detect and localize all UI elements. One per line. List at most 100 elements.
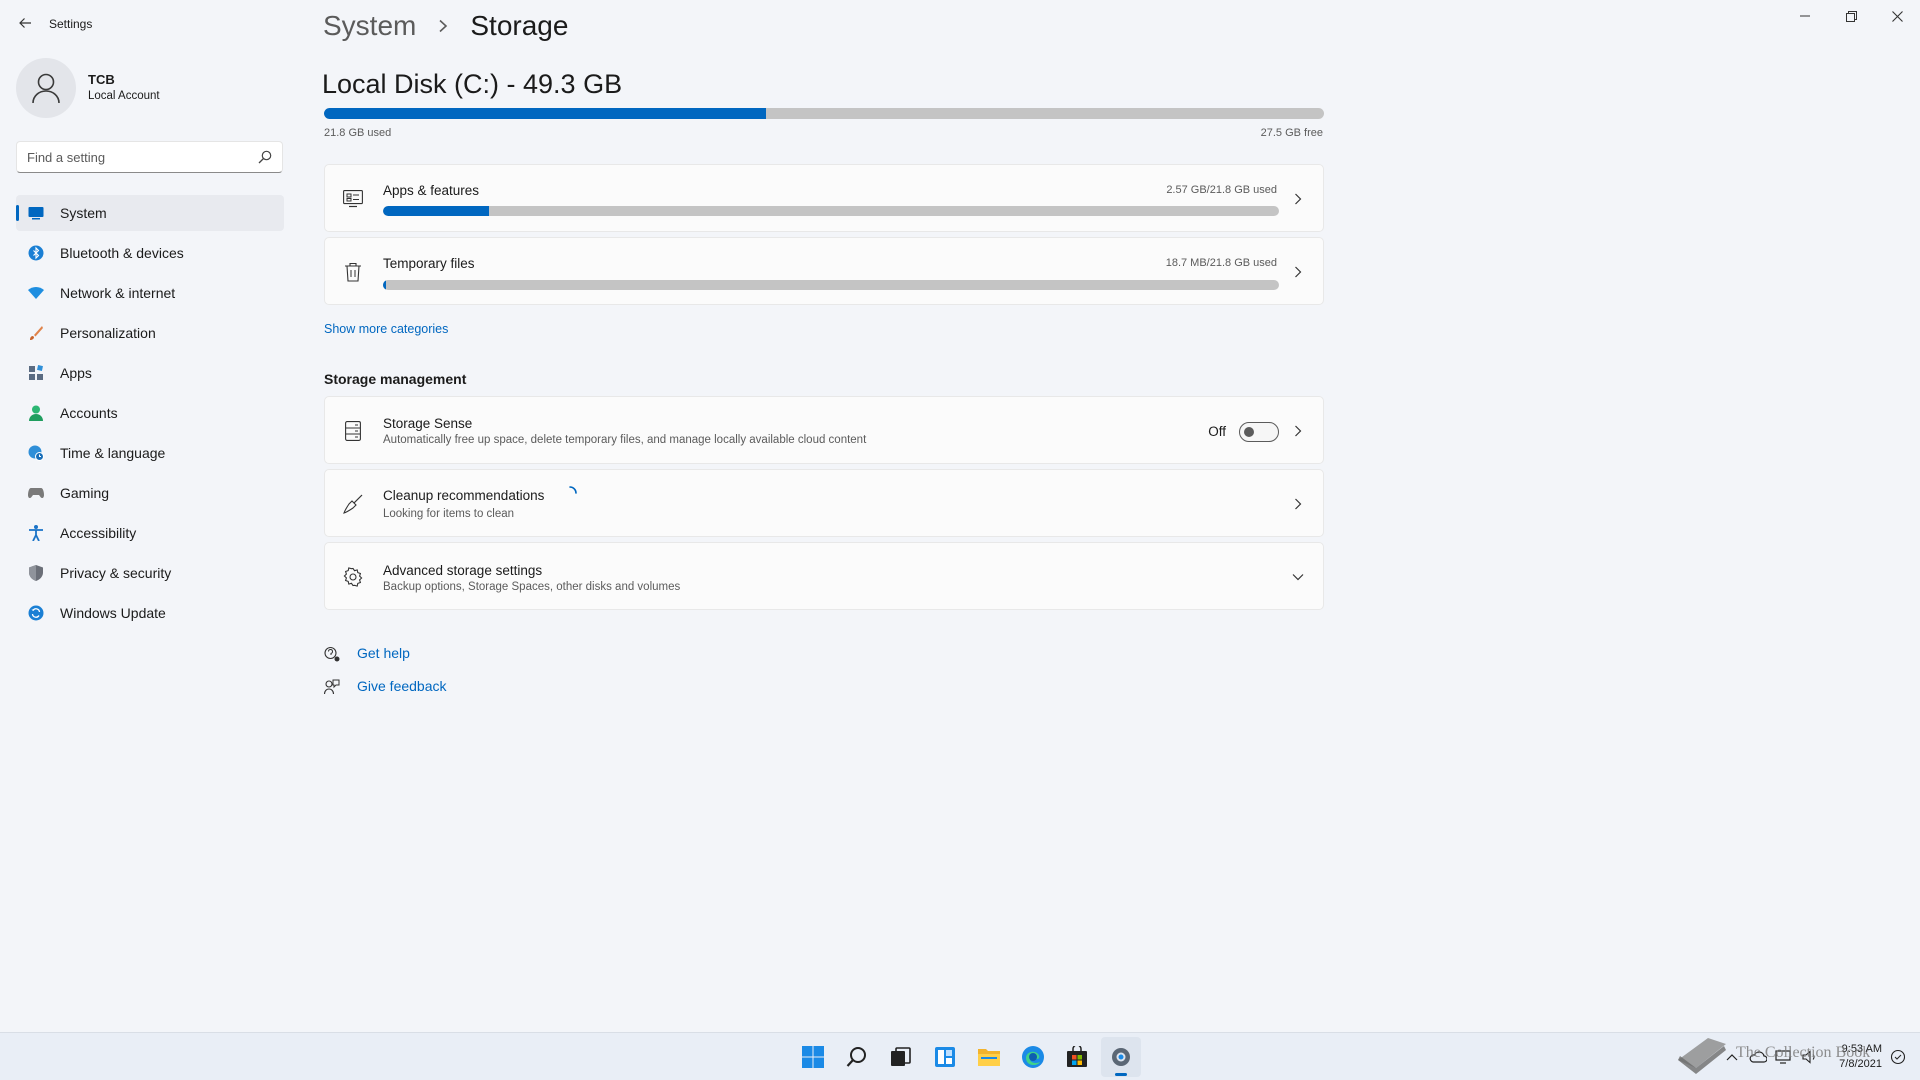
- get-help-label: Get help: [357, 645, 410, 661]
- widgets-icon: [935, 1047, 955, 1067]
- sidebar-item-accessibility[interactable]: Accessibility: [16, 515, 284, 551]
- storage-sense-card[interactable]: Storage Sense Automatically free up spac…: [324, 396, 1324, 464]
- back-button[interactable]: [14, 12, 36, 34]
- apps-features-icon: [341, 187, 365, 211]
- sidebar-item-personalization[interactable]: Personalization: [16, 315, 284, 351]
- disk-usage-fill: [324, 108, 766, 119]
- app-title: Settings: [49, 17, 93, 31]
- chevron-down-icon: [1291, 570, 1305, 584]
- get-help-link[interactable]: Get help: [324, 645, 410, 662]
- file-explorer-icon: [978, 1049, 1000, 1066]
- store-button[interactable]: [1057, 1037, 1097, 1077]
- chevron-right-icon: [432, 15, 454, 37]
- sidebar-item-apps[interactable]: Apps: [16, 355, 284, 391]
- sidebar-item-label: Time & language: [60, 445, 166, 461]
- system-icon: [28, 205, 44, 221]
- advanced-storage-settings-card[interactable]: Advanced storage settings Backup options…: [324, 542, 1324, 610]
- sidebar-item-label: Personalization: [60, 325, 156, 341]
- broom-icon: [341, 492, 365, 516]
- chevron-right-icon: [1291, 424, 1305, 438]
- show-more-categories-link[interactable]: Show more categories: [324, 322, 448, 336]
- sidebar-item-label: Privacy & security: [60, 565, 172, 581]
- sidebar-item-label: Network & internet: [60, 285, 176, 301]
- sidebar-item-label: System: [60, 205, 107, 221]
- give-feedback-link[interactable]: Give feedback: [324, 678, 447, 695]
- taskbar-apps: [793, 1037, 1145, 1077]
- restore-icon: [1845, 10, 1857, 22]
- taskbar: 9:53 AM 7/8/2021: [0, 1032, 1920, 1080]
- task-view-button[interactable]: [881, 1037, 921, 1077]
- sidebar-item-accounts[interactable]: Accounts: [16, 395, 284, 431]
- search-box: [16, 141, 283, 173]
- task-view-icon: [891, 1047, 911, 1066]
- start-button[interactable]: [793, 1037, 833, 1077]
- apps-icon: [28, 365, 44, 381]
- sidebar-item-time-language[interactable]: Time & language: [16, 435, 284, 471]
- arrow-left-icon: [19, 18, 31, 28]
- sidebar-item-privacy-security[interactable]: Privacy & security: [16, 555, 284, 591]
- disk-used-label: 21.8 GB used: [324, 127, 392, 139]
- settings-window: Settings TCB Local Account System: [0, 0, 1920, 1032]
- sidebar-item-system[interactable]: System: [16, 195, 284, 231]
- close-icon: [1891, 10, 1903, 22]
- category-usage-fill: [383, 280, 386, 290]
- page-title: Storage: [470, 10, 569, 41]
- notification-icon[interactable]: [1888, 1047, 1908, 1067]
- category-temporary-files[interactable]: Temporary files 18.7 MB/21.8 GB used: [324, 237, 1324, 305]
- profile-name: TCB: [88, 72, 115, 87]
- wifi-icon: [28, 285, 44, 301]
- widgets-button[interactable]: [925, 1037, 965, 1077]
- brush-icon: [28, 325, 44, 341]
- profile-account-type: Local Account: [88, 90, 160, 102]
- cleanup-recommendations-card[interactable]: Cleanup recommendations Looking for item…: [324, 469, 1324, 537]
- bluetooth-icon: [28, 245, 44, 261]
- sidebar-item-label: Bluetooth & devices: [60, 245, 184, 261]
- close-button[interactable]: [1874, 0, 1920, 32]
- accessibility-icon: [28, 525, 44, 541]
- avatar: [16, 58, 76, 118]
- sidebar-item-label: Accessibility: [60, 525, 137, 541]
- storage-drive-icon: [341, 419, 365, 443]
- disk-usage-bar: [324, 108, 1324, 119]
- settings-taskbar-button[interactable]: [1101, 1037, 1141, 1077]
- sidebar-item-label: Apps: [60, 365, 92, 381]
- search-input[interactable]: [27, 148, 247, 166]
- minimize-icon: [1800, 15, 1810, 17]
- update-icon: [28, 605, 44, 621]
- globe-clock-icon: [28, 445, 44, 461]
- file-explorer-button[interactable]: [969, 1037, 1009, 1077]
- person-icon: [28, 405, 44, 421]
- storage-sense-title: Storage Sense: [383, 416, 473, 431]
- shield-icon: [28, 565, 44, 581]
- toggle-knob: [1244, 427, 1254, 437]
- user-profile[interactable]: TCB Local Account: [16, 58, 276, 118]
- storage-sense-toggle[interactable]: [1239, 422, 1279, 442]
- category-usage: 18.7 MB/21.8 GB used: [1165, 257, 1277, 269]
- edge-button[interactable]: [1013, 1037, 1053, 1077]
- store-icon: [1067, 1046, 1087, 1067]
- breadcrumb-parent[interactable]: System: [323, 10, 416, 42]
- search-icon[interactable]: [258, 150, 272, 164]
- cleanup-description: Looking for items to clean: [383, 508, 515, 520]
- storage-sense-state: Off: [1208, 424, 1226, 439]
- start-icon: [802, 1046, 824, 1068]
- loading-spinner-icon: [563, 486, 577, 500]
- minimize-button[interactable]: [1782, 0, 1828, 32]
- taskbar-search-button[interactable]: [837, 1037, 877, 1077]
- settings-icon: [1112, 1048, 1130, 1066]
- sidebar-item-label: Gaming: [60, 485, 110, 501]
- person-icon: [32, 73, 60, 104]
- search-icon: [846, 1047, 866, 1067]
- sidebar-item-label: Accounts: [60, 405, 118, 421]
- sidebar-nav: System Bluetooth & devices Network & int…: [16, 195, 284, 635]
- chevron-right-icon: [1291, 192, 1305, 206]
- feedback-icon: [324, 679, 340, 695]
- restore-button[interactable]: [1828, 0, 1874, 32]
- category-apps-features[interactable]: Apps & features 2.57 GB/21.8 GB used: [324, 164, 1324, 232]
- sidebar-item-bluetooth[interactable]: Bluetooth & devices: [16, 235, 284, 271]
- sidebar-item-windows-update[interactable]: Windows Update: [16, 595, 284, 631]
- advanced-storage-title: Advanced storage settings: [383, 563, 543, 578]
- category-title: Temporary files: [383, 256, 475, 271]
- sidebar-item-network[interactable]: Network & internet: [16, 275, 284, 311]
- sidebar-item-gaming[interactable]: Gaming: [16, 475, 284, 511]
